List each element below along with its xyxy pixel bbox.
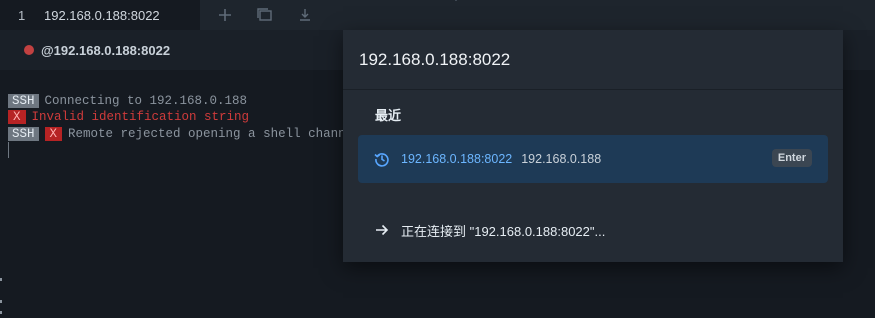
plus-icon[interactable] xyxy=(205,8,245,22)
session-host-label: @192.168.0.188:8022 xyxy=(41,42,171,58)
terminal-text: Connecting to 192.168.0.188 xyxy=(44,94,248,108)
enter-key-hint: Enter xyxy=(771,149,812,167)
download-icon[interactable] xyxy=(285,8,325,22)
quick-connect-palette: 192.168.0.188:8022 最近 192.168.0.188:8022… xyxy=(343,30,843,262)
tab-index: 1 xyxy=(18,7,26,23)
arrow-right-icon xyxy=(375,224,401,236)
recent-item-host: 192.168.0.188 xyxy=(521,152,602,166)
error-badge: X xyxy=(8,110,26,124)
ssh-badge: SSH xyxy=(8,94,39,108)
history-icon xyxy=(374,151,394,167)
terminal-text: Remote rejected opening a shell channe xyxy=(68,127,354,141)
recent-item-address: 192.168.0.188:8022 xyxy=(401,152,513,166)
recent-connection-item[interactable]: 192.168.0.188:8022 192.168.0.188 Enter xyxy=(358,135,828,183)
tab-bar: 1 192.168.0.188:8022 xyxy=(0,0,875,30)
divider xyxy=(343,89,843,90)
connecting-text: 正在连接到 "192.168.0.188:8022"... xyxy=(401,223,606,239)
tab-title: 192.168.0.188:8022 xyxy=(44,7,160,23)
connecting-status: 正在连接到 "192.168.0.188:8022"... xyxy=(375,220,605,240)
palette-query[interactable]: 192.168.0.188:8022 xyxy=(359,30,510,90)
duplicate-icon[interactable] xyxy=(245,8,285,22)
ssh-badge: SSH xyxy=(8,127,39,141)
terminal-line: SSH Connecting to 192.168.0.188 xyxy=(8,93,247,109)
terminal-line: SSH X Remote rejected opening a shell chan… xyxy=(8,126,353,142)
recent-section-title: 最近 xyxy=(375,108,402,123)
error-badge: X xyxy=(44,127,63,141)
terminal-error-text: Invalid identification string xyxy=(31,110,250,124)
connection-status-dot xyxy=(24,45,34,55)
tab-session[interactable]: 1 192.168.0.188:8022 xyxy=(0,0,200,30)
text-cursor xyxy=(8,142,9,158)
terminal-line: X Invalid identification string xyxy=(8,109,249,125)
toolbar-icons-cutoff xyxy=(299,0,457,1)
scroll-edge-marks xyxy=(0,278,2,314)
